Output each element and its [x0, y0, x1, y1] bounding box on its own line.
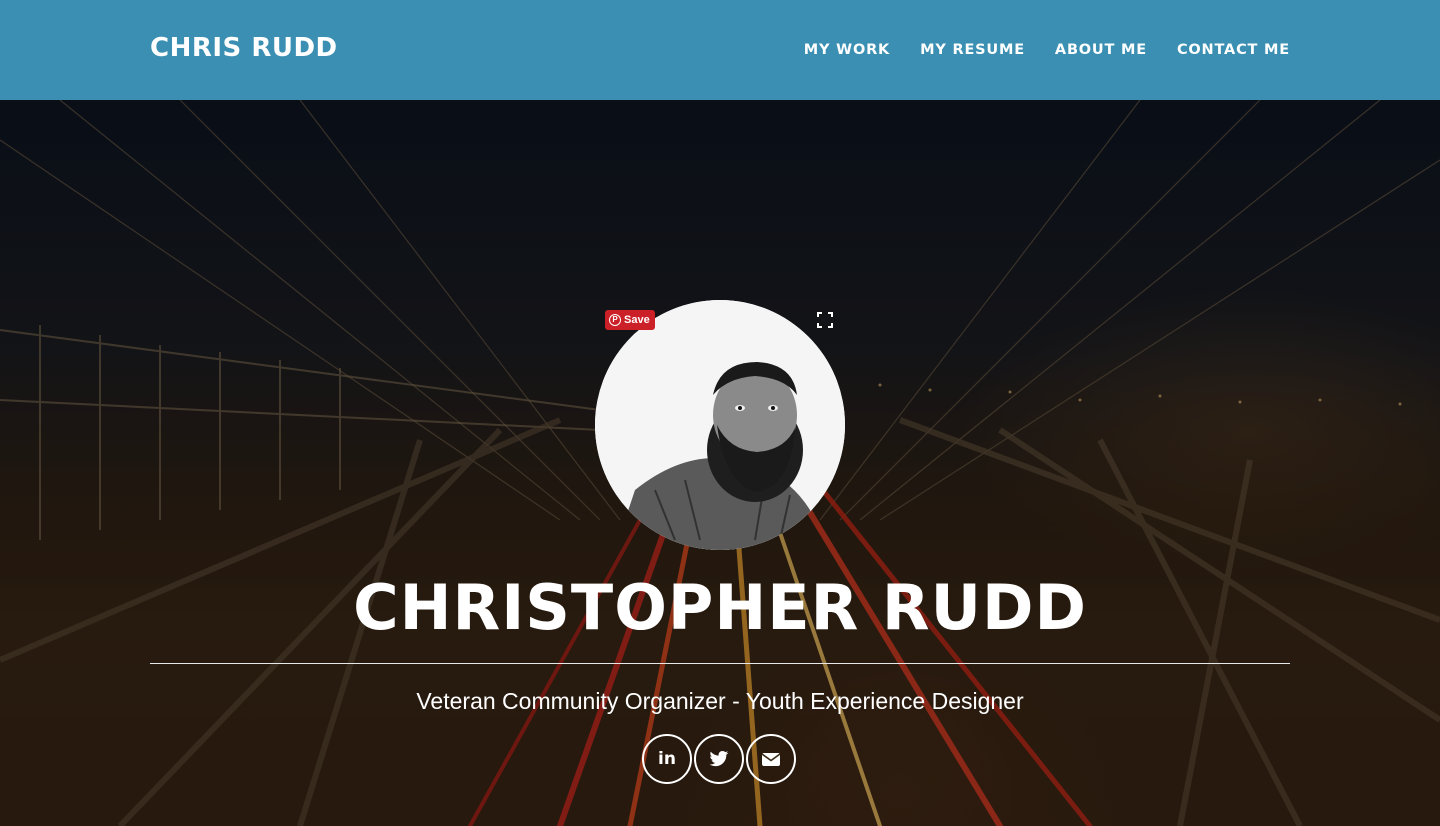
- profile-avatar: [595, 300, 845, 550]
- linkedin-icon: in: [658, 749, 676, 769]
- nav-link-contact-me[interactable]: CONTACT ME: [1177, 41, 1290, 59]
- nav-link-my-resume[interactable]: MY RESUME: [920, 41, 1025, 59]
- expand-icon[interactable]: [817, 312, 833, 328]
- linkedin-button[interactable]: in: [642, 734, 692, 784]
- email-button[interactable]: [746, 734, 796, 784]
- hero-section: P Save CHRISTOPHER RUDD Veteran Communit…: [0, 100, 1440, 826]
- nav-link-my-work[interactable]: MY WORK: [804, 41, 890, 59]
- pinterest-save-button[interactable]: P Save: [605, 310, 655, 330]
- pinterest-icon: P: [609, 314, 621, 326]
- hero-divider: [150, 663, 1290, 664]
- envelope-icon: [761, 753, 781, 766]
- hero-tagline: Veteran Community Organizer - Youth Expe…: [416, 688, 1024, 714]
- nav-menu: MY WORK MY RESUME ABOUT ME CONTACT ME: [804, 41, 1290, 59]
- social-links: in: [642, 734, 796, 784]
- twitter-icon: [709, 751, 729, 767]
- pinterest-save-label: Save: [624, 314, 650, 326]
- top-navbar: CHRIS RUDD MY WORK MY RESUME ABOUT ME CO…: [0, 0, 1440, 100]
- profile-photo: [595, 300, 845, 550]
- nav-link-about-me[interactable]: ABOUT ME: [1055, 41, 1147, 59]
- brand-logo-link[interactable]: CHRIS RUDD: [150, 33, 338, 63]
- hero-name-heading: CHRISTOPHER RUDD: [353, 571, 1087, 644]
- twitter-button[interactable]: [694, 734, 744, 784]
